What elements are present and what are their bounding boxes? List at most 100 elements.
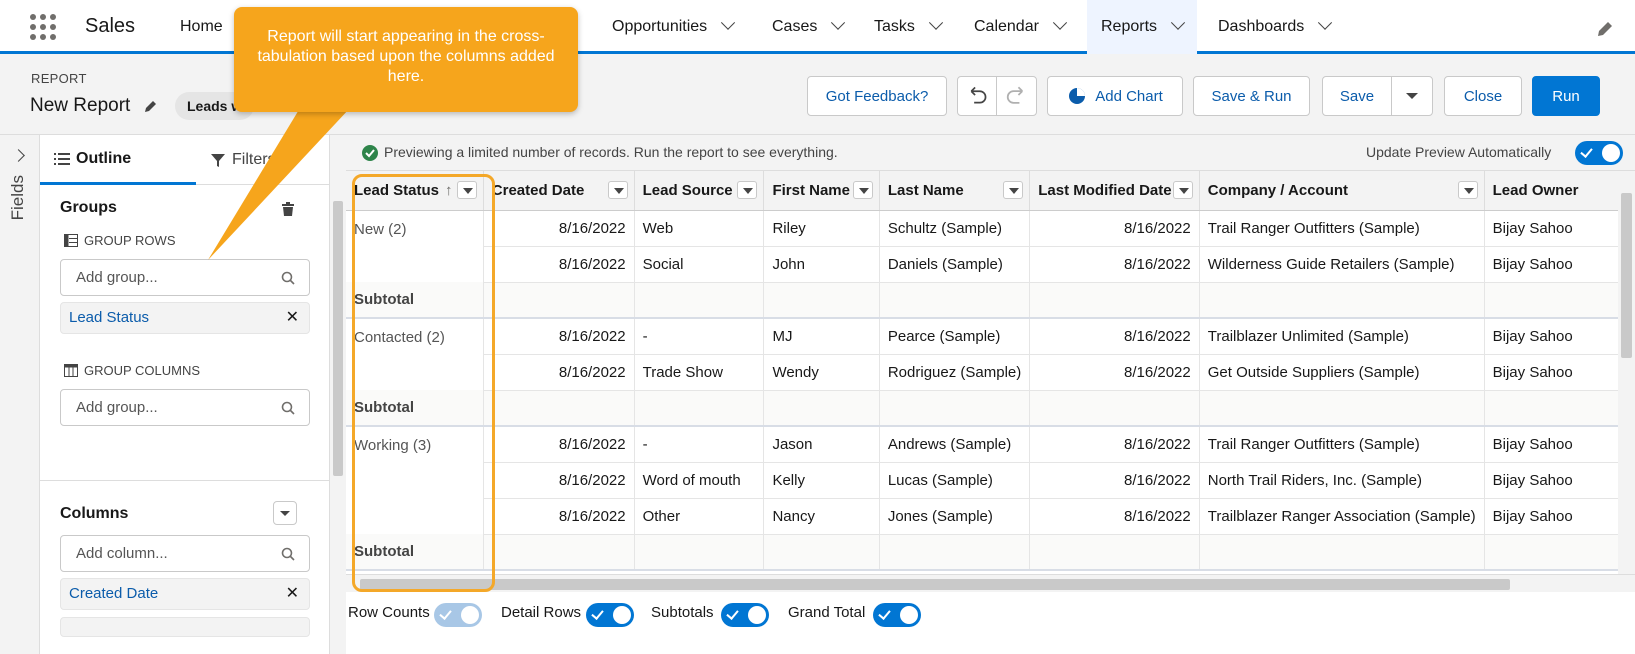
panel-scroll-thumb[interactable] — [333, 201, 343, 476]
chevron-down-icon[interactable] — [928, 15, 943, 30]
column-header[interactable]: Lead Status ↑ — [346, 171, 484, 211]
edit-title-icon[interactable] — [144, 99, 158, 113]
subtotal-cell — [763, 534, 880, 571]
nav-item-opportunities[interactable]: Opportunities — [612, 0, 736, 54]
table-row: New (2) 8/16/2022 Web Riley Schultz (Sample)… — [346, 210, 1635, 247]
close-button[interactable]: Close — [1444, 76, 1522, 116]
add-chart-button[interactable]: Add Chart — [1047, 76, 1183, 116]
column-menu-icon[interactable] — [1457, 181, 1478, 199]
columns-menu-button[interactable] — [273, 501, 297, 525]
subtotal-label: Subtotal — [346, 282, 484, 319]
chart-icon — [1069, 88, 1086, 104]
tab-outline[interactable]: Outline — [40, 135, 196, 185]
table-cell: Kelly — [763, 462, 880, 499]
table-hscroll-thumb[interactable] — [360, 579, 1510, 590]
column-menu-icon[interactable] — [456, 181, 477, 199]
panel-scrollbar[interactable] — [330, 183, 346, 654]
close-icon[interactable]: ✕ — [286, 303, 299, 333]
table-horizontal-scrollbar[interactable] — [346, 574, 1635, 592]
add-group-rows-input[interactable] — [60, 259, 310, 296]
chevron-down-icon[interactable] — [721, 15, 736, 30]
table-cell: Bijay Sahoo — [1484, 498, 1635, 535]
close-icon[interactable]: ✕ — [286, 579, 299, 609]
chevron-down-icon[interactable] — [1052, 15, 1068, 30]
save-menu-button[interactable] — [1391, 76, 1433, 116]
add-column-input[interactable] — [60, 535, 310, 572]
column-menu-icon[interactable] — [1003, 181, 1024, 199]
nav-item-label: Home — [180, 18, 223, 35]
subtotal-row: Subtotal — [346, 282, 1635, 319]
row-counts-toggle[interactable] — [434, 603, 482, 627]
group-rows-search-field[interactable] — [61, 260, 261, 295]
column-menu-icon[interactable] — [737, 181, 758, 199]
column-header[interactable]: Created Date — [483, 171, 635, 211]
panel-tabs: Outline Filters — [40, 135, 329, 185]
column-menu-icon[interactable] — [1172, 181, 1193, 199]
table-cell: Lucas (Sample) — [879, 462, 1031, 499]
column-chip[interactable]: Created Date ✕ — [60, 578, 310, 610]
save-button[interactable]: Save — [1322, 76, 1392, 116]
edit-nav-icon[interactable] — [1596, 20, 1614, 38]
column-header[interactable]: Company / Account — [1199, 171, 1485, 211]
sort-ascending-icon[interactable]: ↑ — [445, 182, 453, 199]
group-row-chip-label: Lead Status — [69, 309, 150, 326]
chevron-down-icon[interactable] — [831, 15, 846, 30]
column-header[interactable]: First Name — [763, 171, 880, 211]
nav-item-cases[interactable]: Cases — [772, 0, 846, 54]
save-run-button[interactable]: Save & Run — [1193, 76, 1310, 116]
group-row-chip[interactable]: Lead Status ✕ — [60, 302, 310, 334]
fields-rail[interactable]: Fields — [0, 135, 40, 654]
nav-item-dashboards[interactable]: Dashboards — [1218, 0, 1333, 54]
group-rows-icon — [64, 234, 78, 247]
columns-title: Columns — [60, 505, 129, 522]
group-cell — [346, 462, 484, 498]
column-chip-partial[interactable] — [60, 617, 310, 637]
table-cell: 8/16/2022 — [1029, 426, 1200, 463]
undo-redo-group — [957, 76, 1037, 116]
page-title: New Report — [30, 95, 131, 116]
check-icon — [591, 607, 604, 620]
column-header-label: Last Name — [887, 181, 964, 199]
table-vertical-scrollbar[interactable] — [1618, 171, 1635, 574]
tab-filters[interactable]: Filters — [210, 135, 276, 185]
subtotals-toggle[interactable] — [721, 603, 769, 627]
nav-item-home[interactable]: Home — [180, 0, 223, 54]
group-columns-title: GROUP COLUMNS — [64, 363, 200, 378]
nav-item-calendar[interactable]: Calendar — [974, 0, 1068, 54]
chevron-down-icon[interactable] — [1318, 15, 1333, 30]
subtotal-cell — [1484, 534, 1635, 571]
subtotal-cell — [1029, 534, 1200, 571]
detail-rows-toggle[interactable] — [586, 603, 634, 627]
group-columns-search-field[interactable] — [61, 390, 261, 425]
column-menu-icon[interactable] — [852, 181, 873, 199]
table-cell: 8/16/2022 — [1029, 318, 1200, 355]
column-search-field[interactable] — [61, 536, 261, 571]
trash-icon[interactable] — [281, 202, 295, 216]
table-header-row: Lead Status ↑ Created Date Lead Source First… — [346, 171, 1635, 211]
subtotal-cell — [483, 282, 635, 319]
chevron-down-icon[interactable] — [1170, 15, 1186, 30]
redo-icon[interactable] — [997, 77, 1036, 115]
nav-item-reports[interactable]: Reports — [1087, 0, 1198, 54]
column-header[interactable]: Last Modified Date — [1029, 171, 1200, 211]
undo-icon[interactable] — [958, 77, 998, 115]
subtotals-label: Subtotals — [651, 604, 714, 621]
run-button[interactable]: Run — [1532, 76, 1600, 116]
chevron-right-icon[interactable] — [12, 149, 25, 162]
column-menu-icon[interactable] — [607, 181, 628, 199]
auto-update-toggle[interactable] — [1575, 141, 1623, 165]
add-group-columns-input[interactable] — [60, 389, 310, 426]
table-vscroll-thumb[interactable] — [1621, 193, 1632, 358]
auto-update-label: Update Preview Automatically — [1366, 144, 1552, 160]
table-row: 8/16/2022 Trade Show Wendy Rodriguez (Sampl… — [346, 354, 1635, 391]
column-header[interactable]: Lead Owner — [1484, 171, 1635, 211]
column-header[interactable]: Lead Source — [634, 171, 765, 211]
nav-item-tasks[interactable]: Tasks — [874, 0, 943, 54]
grand-total-toggle[interactable] — [873, 603, 921, 627]
table-cell: Trailblazer Ranger Association (Sample) — [1199, 498, 1485, 535]
feedback-button[interactable]: Got Feedback? — [807, 76, 947, 116]
column-header[interactable]: Last Name — [879, 171, 1031, 211]
table-cell: 8/16/2022 — [483, 246, 635, 283]
table-row: 8/16/2022 Word of mouth Kelly Lucas (Sample… — [346, 462, 1635, 499]
app-launcher-icon[interactable] — [30, 14, 56, 40]
